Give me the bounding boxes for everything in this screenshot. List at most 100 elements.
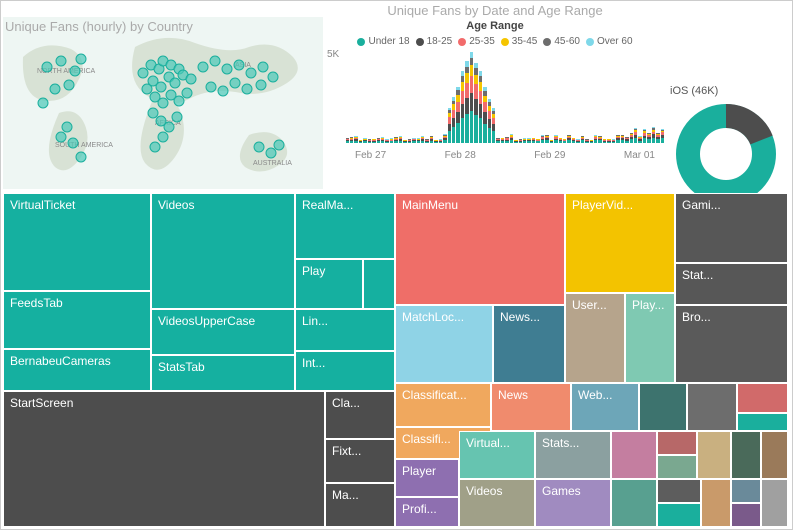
treemap-cell[interactable]	[611, 479, 657, 527]
bar-chart-panel[interactable]: Unique Fans by Date and Age Range Age Ra…	[325, 3, 665, 183]
treemap-cell[interactable]	[657, 455, 697, 479]
bar	[656, 133, 659, 143]
legend-item[interactable]: 45-60	[543, 36, 580, 47]
x-tick: Mar 01	[624, 150, 655, 161]
bar	[452, 97, 455, 143]
legend-item[interactable]: Under 18	[357, 36, 409, 47]
treemap-cell[interactable]	[363, 259, 395, 309]
bar	[594, 135, 597, 143]
world-map: NORTH AMERICA SOUTH AMERICA AFRICA ASIA …	[3, 17, 323, 189]
bar	[403, 140, 406, 143]
treemap-cell[interactable]	[731, 479, 761, 503]
legend-item[interactable]: 18-25	[416, 36, 453, 47]
svg-text:AUSTRALIA: AUSTRALIA	[253, 160, 292, 167]
treemap[interactable]: VirtualTicketFeedsTabBernabeuCamerasVide…	[3, 193, 788, 527]
treemap-cell[interactable]: BernabeuCameras	[3, 349, 151, 391]
treemap-cell[interactable]: Web...	[571, 383, 639, 431]
treemap-cell[interactable]: News	[491, 383, 571, 431]
bar	[643, 129, 646, 143]
bar	[634, 128, 637, 143]
treemap-cell[interactable]	[657, 431, 697, 455]
treemap-cell[interactable]: VirtualTicket	[3, 193, 151, 291]
treemap-cell[interactable]: Stat...	[675, 263, 788, 305]
bar	[638, 136, 641, 143]
treemap-cell[interactable]: Play	[295, 259, 363, 309]
treemap-cell[interactable]: RealMa...	[295, 193, 395, 259]
legend: Under 18 18-25 25-35 35-45 45-60 Over 60	[325, 36, 665, 47]
bar	[479, 71, 482, 143]
treemap-cell[interactable]: Virtual...	[459, 431, 535, 479]
map-panel[interactable]: Unique Fans (hourly) by Country NORTH AM…	[3, 17, 323, 189]
legend-item[interactable]: 35-45	[501, 36, 538, 47]
bar	[630, 133, 633, 143]
bar	[541, 135, 544, 143]
bar	[536, 139, 539, 143]
bar-chart-subtitle: Age Range	[325, 20, 665, 32]
legend-label: 45-60	[554, 36, 580, 47]
treemap-cell[interactable]: Profi...	[395, 497, 459, 527]
treemap-cell[interactable]: News...	[493, 305, 565, 383]
y-tick: 5K	[327, 49, 339, 60]
bar	[377, 138, 380, 143]
bar	[350, 137, 353, 143]
treemap-cell[interactable]: StatsTab	[151, 355, 295, 391]
bar	[625, 137, 628, 143]
treemap-cell[interactable]	[657, 479, 701, 503]
x-tick: Feb 29	[534, 150, 565, 161]
bar	[474, 63, 477, 143]
treemap-cell[interactable]: FeedsTab	[3, 291, 151, 349]
bar	[492, 108, 495, 143]
treemap-cell[interactable]	[611, 431, 657, 479]
treemap-cell[interactable]: Videos	[459, 479, 535, 527]
bar	[581, 136, 584, 143]
legend-dot	[501, 38, 509, 46]
legend-dot	[458, 38, 466, 46]
legend-item[interactable]: 25-35	[458, 36, 495, 47]
bar	[523, 138, 526, 143]
treemap-cell[interactable]: Cla...	[325, 391, 395, 439]
bar	[567, 135, 570, 143]
bar	[394, 137, 397, 143]
treemap-cell[interactable]: Stats...	[535, 431, 611, 479]
treemap-cell[interactable]	[737, 413, 788, 431]
treemap-cell[interactable]	[731, 431, 761, 479]
bar	[501, 138, 504, 143]
legend-item[interactable]: Over 60	[586, 36, 633, 47]
treemap-cell[interactable]: Lin...	[295, 309, 395, 351]
treemap-cell[interactable]	[761, 479, 788, 527]
treemap-cell[interactable]: Fixt...	[325, 439, 395, 483]
treemap-cell[interactable]: Ma...	[325, 483, 395, 527]
treemap-cell[interactable]: Int...	[295, 351, 395, 391]
treemap-cell[interactable]	[737, 383, 788, 413]
treemap-cell[interactable]: Play...	[625, 293, 675, 383]
treemap-cell[interactable]: Games	[535, 479, 611, 527]
treemap-cell[interactable]	[687, 383, 737, 431]
treemap-cell[interactable]: MatchLoc...	[395, 305, 493, 383]
treemap-cell[interactable]: PlayerVid...	[565, 193, 675, 293]
bar	[510, 134, 513, 143]
bar	[368, 139, 371, 143]
treemap-cell[interactable]: MainMenu	[395, 193, 565, 305]
treemap-cell[interactable]: Player	[395, 459, 459, 497]
bar	[381, 137, 384, 143]
x-tick: Feb 27	[355, 150, 386, 161]
treemap-cell[interactable]: Classificat...	[395, 383, 491, 427]
treemap-cell[interactable]	[701, 479, 731, 527]
map-title: Unique Fans (hourly) by Country	[5, 19, 193, 34]
bar	[559, 138, 562, 143]
treemap-cell[interactable]	[697, 431, 731, 479]
treemap-cell[interactable]	[731, 503, 761, 527]
bar	[661, 129, 664, 144]
treemap-cell[interactable]: Gami...	[675, 193, 788, 263]
treemap-cell[interactable]: VideosUpperCase	[151, 309, 295, 355]
treemap-cell[interactable]	[657, 503, 701, 527]
treemap-cell[interactable]: StartScreen	[3, 391, 325, 527]
legend-dot	[416, 38, 424, 46]
treemap-cell[interactable]: Videos	[151, 193, 295, 309]
treemap-cell[interactable]: User...	[565, 293, 625, 383]
treemap-cell[interactable]: Bro...	[675, 305, 788, 383]
bar	[532, 138, 535, 143]
treemap-cell[interactable]	[639, 383, 687, 431]
treemap-cell[interactable]	[761, 431, 788, 479]
bar	[443, 134, 446, 143]
